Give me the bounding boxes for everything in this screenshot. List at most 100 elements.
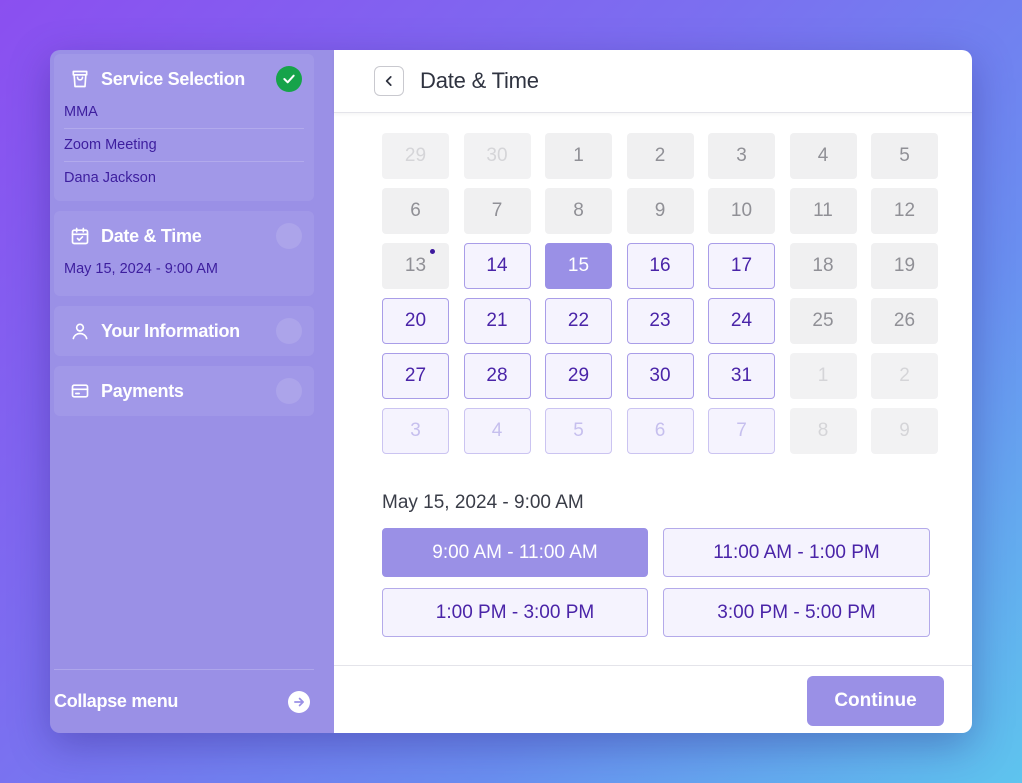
panel-footer: Continue xyxy=(334,665,972,733)
calendar-day-label: 26 xyxy=(893,310,916,331)
calendar-day-label: 7 xyxy=(491,200,503,221)
calendar-day-label: 10 xyxy=(730,200,753,221)
calendar-day-label: 4 xyxy=(491,420,503,441)
calendar-day-label: 3 xyxy=(410,420,421,441)
calendar-day: 1 xyxy=(789,353,857,399)
calendar-day[interactable]: 31 xyxy=(708,353,775,399)
calendar-day: 8 xyxy=(789,408,857,454)
calendar-day: 7 xyxy=(463,188,531,234)
calendar-day[interactable]: 28 xyxy=(463,353,531,399)
detail-location: Zoom Meeting xyxy=(64,129,304,162)
calendar-day-label: 4 xyxy=(817,145,829,166)
chevron-left-icon xyxy=(385,76,392,86)
detail-employee: Dana Jackson xyxy=(64,170,156,186)
selected-datetime: May 15, 2024 - 9:00 AM xyxy=(382,492,584,513)
calendar-day-label: 24 xyxy=(730,310,753,331)
calendar-day[interactable]: 7 xyxy=(708,408,775,454)
calendar-day-label: 8 xyxy=(573,200,584,221)
calendar-day-label: 21 xyxy=(486,310,508,331)
calendar-day-label: 17 xyxy=(730,255,753,276)
collapse-menu[interactable]: Collapse menu xyxy=(54,669,314,733)
calendar-day: 13 xyxy=(382,243,449,289)
step-date-time[interactable]: Date & Time May 15, 2024 - 9:00 AM xyxy=(54,211,314,296)
calendar-icon xyxy=(68,224,92,248)
calendar-day[interactable]: 24 xyxy=(708,298,775,344)
time-slot[interactable]: 9:00 AM - 11:00 AM xyxy=(382,528,648,577)
step-status-indicator xyxy=(276,223,302,249)
calendar-day[interactable]: 3 xyxy=(382,408,449,454)
calendar-day-label: 9 xyxy=(899,420,910,441)
arrow-right-icon[interactable] xyxy=(288,690,310,713)
collapse-menu-label: Collapse menu xyxy=(54,691,179,711)
time-slot[interactable]: 1:00 PM - 3:00 PM xyxy=(382,588,648,637)
calendar-day-label: 3 xyxy=(736,145,747,166)
user-icon xyxy=(68,319,92,343)
calendar-day[interactable]: 17 xyxy=(708,243,775,289)
calendar-day: 9 xyxy=(871,408,938,454)
calendar-day-label: 25 xyxy=(812,310,834,331)
today-indicator xyxy=(430,249,435,254)
calendar-day-label: 5 xyxy=(573,420,584,441)
calendar-day[interactable]: 14 xyxy=(463,243,531,289)
calendar-day: 30 xyxy=(463,133,531,179)
detail-service: MMA xyxy=(64,96,304,129)
time-slot[interactable]: 3:00 PM - 5:00 PM xyxy=(663,588,930,637)
calendar-day: 6 xyxy=(382,188,449,234)
calendar-day-label: 6 xyxy=(654,420,666,441)
calendar-day: 9 xyxy=(626,188,694,234)
calendar-day[interactable]: 4 xyxy=(463,408,531,454)
calendar-day[interactable]: 20 xyxy=(382,298,449,344)
calendar-day[interactable]: 29 xyxy=(545,353,612,399)
calendar-day[interactable]: 15 xyxy=(545,243,612,289)
calendar-day: 11 xyxy=(789,188,857,234)
calendar-day-label: 14 xyxy=(486,255,508,276)
calendar-day-label: 2 xyxy=(654,145,666,166)
back-button[interactable] xyxy=(374,66,404,96)
calendar-day: 19 xyxy=(871,243,938,289)
step-service-selection[interactable]: Service Selection MMA Zoom Meeting Dana … xyxy=(54,54,314,201)
calendar-day: 3 xyxy=(708,133,775,179)
calendar-day: 25 xyxy=(789,298,857,344)
step-title: Service Selection xyxy=(101,68,245,89)
calendar-day-label: 12 xyxy=(893,200,916,221)
step-header: Payments xyxy=(64,366,304,416)
calendar-grid: 29 30 1 2 3 4 5 6 7 8 9 10 11 12 13 14 15 16 17 18 19 20 21 22 2… xyxy=(382,133,938,454)
calendar-day[interactable]: 27 xyxy=(382,353,449,399)
time-slots: 9:00 AM - 11:00 AM 11:00 AM - 1:00 PM 1:00… xyxy=(382,528,930,637)
calendar-day-label: 2 xyxy=(899,365,910,386)
step-details: MMA Zoom Meeting Dana Jackson xyxy=(64,96,304,201)
step-status-indicator xyxy=(276,318,302,344)
calendar-day-label: 31 xyxy=(730,365,753,386)
step-details: May 15, 2024 - 9:00 AM xyxy=(64,253,304,296)
calendar-day[interactable]: 22 xyxy=(545,298,612,344)
calendar-day-label: 1 xyxy=(573,145,584,166)
calendar-day[interactable]: 16 xyxy=(626,243,694,289)
calendar-day-label: 15 xyxy=(567,255,590,276)
calendar-day: 12 xyxy=(871,188,938,234)
credit-card-icon xyxy=(68,379,92,403)
calendar-day[interactable]: 5 xyxy=(545,408,612,454)
calendar-day-label: 13 xyxy=(404,255,427,276)
calendar-day: 5 xyxy=(871,133,938,179)
calendar-day[interactable]: 6 xyxy=(626,408,694,454)
calendar-day[interactable]: 30 xyxy=(626,353,694,399)
calendar-day-label: 20 xyxy=(404,310,427,331)
calendar-day[interactable]: 21 xyxy=(463,298,531,344)
calendar-day: 1 xyxy=(545,133,612,179)
step-payments[interactable]: Payments xyxy=(54,366,314,416)
step-title: Date & Time xyxy=(101,225,202,246)
time-slot[interactable]: 11:00 AM - 1:00 PM xyxy=(663,528,930,577)
continue-button[interactable]: Continue xyxy=(807,676,944,726)
calendar-day: 2 xyxy=(626,133,694,179)
calendar-day: 18 xyxy=(789,243,857,289)
calendar-day-label: 27 xyxy=(404,365,427,386)
calendar-day: 4 xyxy=(789,133,857,179)
calendar-day-label: 1 xyxy=(817,365,829,386)
calendar-day: 29 xyxy=(382,133,449,179)
step-status-indicator xyxy=(276,378,302,404)
step-your-information[interactable]: Your Information xyxy=(54,306,314,356)
calendar-day[interactable]: 23 xyxy=(626,298,694,344)
calendar-day: 2 xyxy=(871,353,938,399)
calendar-day-label: 19 xyxy=(893,255,916,276)
calendar-day-label: 28 xyxy=(486,365,508,386)
